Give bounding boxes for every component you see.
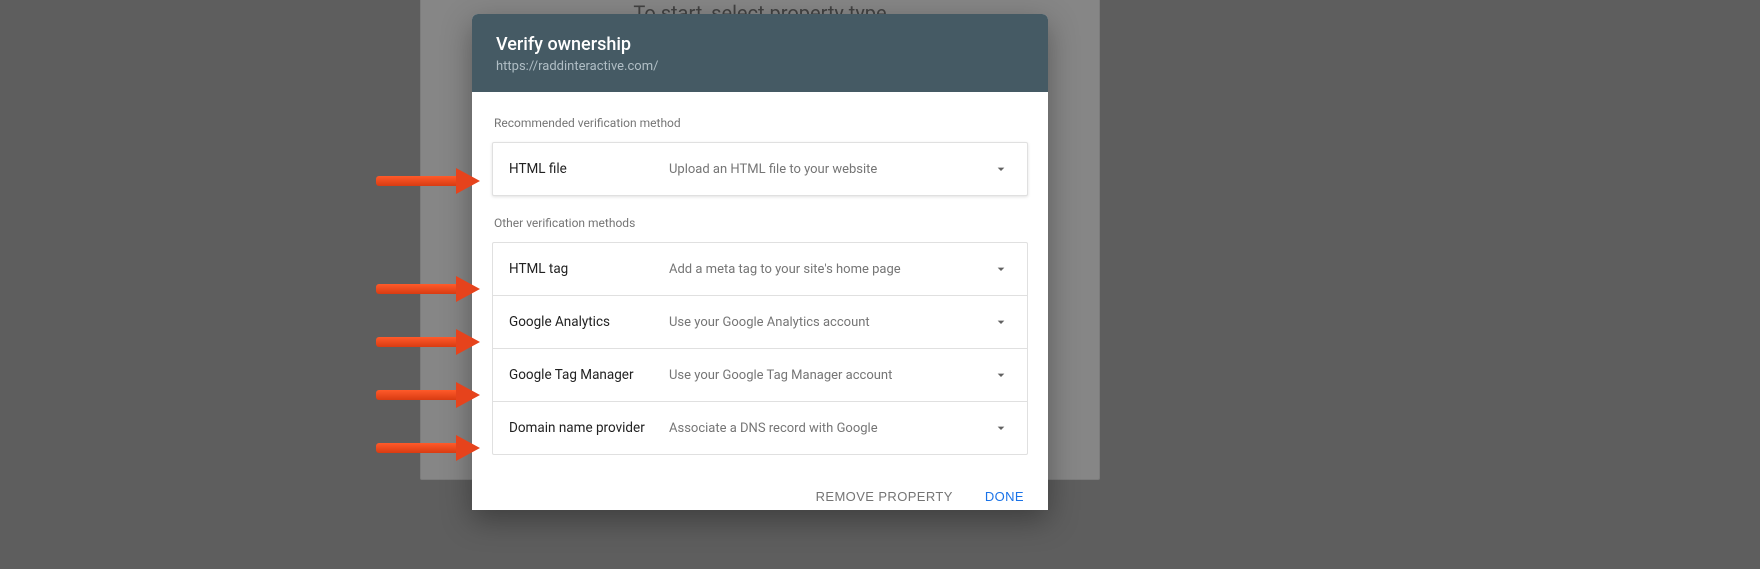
chevron-down-icon (991, 159, 1011, 179)
method-desc: Use your Google Tag Manager account (669, 368, 991, 383)
method-name: Domain name provider (509, 420, 669, 436)
dialog-title: Verify ownership (496, 34, 1024, 55)
remove-property-button[interactable]: REMOVE PROPERTY (812, 483, 957, 510)
method-desc: Associate a DNS record with Google (669, 421, 991, 436)
method-html-tag[interactable]: HTML tag Add a meta tag to your site's h… (493, 243, 1027, 295)
method-name: Google Tag Manager (509, 367, 669, 383)
dialog-footer: REMOVE PROPERTY DONE (472, 467, 1048, 510)
method-domain-name-provider[interactable]: Domain name provider Associate a DNS rec… (493, 401, 1027, 454)
method-name: Google Analytics (509, 314, 669, 330)
chevron-down-icon (991, 259, 1011, 279)
method-google-analytics[interactable]: Google Analytics Use your Google Analyti… (493, 295, 1027, 348)
chevron-down-icon (991, 365, 1011, 385)
dialog-header: Verify ownership https://raddinteractive… (472, 14, 1048, 92)
dialog-subtitle: https://raddinteractive.com/ (496, 59, 1024, 74)
method-google-tag-manager[interactable]: Google Tag Manager Use your Google Tag M… (493, 348, 1027, 401)
other-section-label: Other verification methods (494, 216, 1028, 230)
recommended-method-card: HTML file Upload an HTML file to your we… (492, 142, 1028, 196)
method-desc: Use your Google Analytics account (669, 315, 991, 330)
chevron-down-icon (991, 418, 1011, 438)
recommended-section-label: Recommended verification method (494, 116, 1028, 130)
verify-ownership-dialog: Verify ownership https://raddinteractive… (472, 14, 1048, 510)
method-desc: Add a meta tag to your site's home page (669, 262, 991, 277)
method-name: HTML tag (509, 261, 669, 277)
dialog-body: Recommended verification method HTML fil… (472, 92, 1048, 455)
other-methods-card: HTML tag Add a meta tag to your site's h… (492, 242, 1028, 455)
done-button[interactable]: DONE (981, 483, 1028, 510)
chevron-down-icon (991, 312, 1011, 332)
method-html-file[interactable]: HTML file Upload an HTML file to your we… (493, 143, 1027, 195)
method-name: HTML file (509, 161, 669, 177)
method-desc: Upload an HTML file to your website (669, 162, 991, 177)
